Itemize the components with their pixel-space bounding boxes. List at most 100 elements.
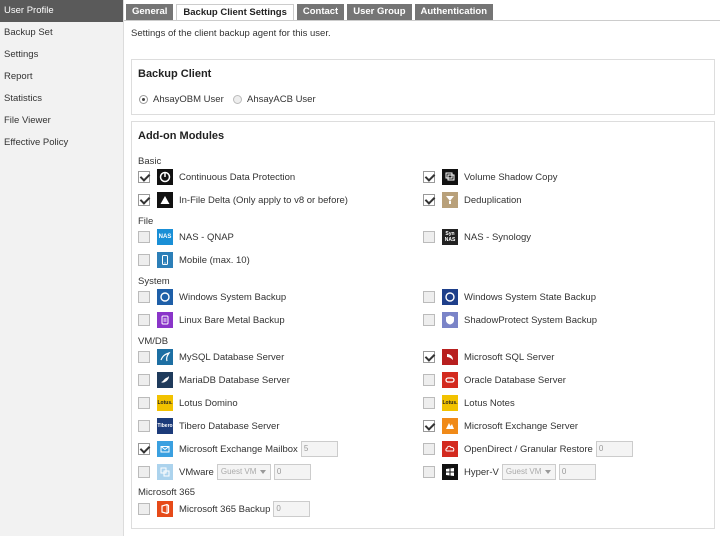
delta-icon <box>157 192 173 208</box>
sidebar-item-statistics[interactable]: Statistics <box>0 88 123 110</box>
module-dedup: Deduplication <box>423 191 522 209</box>
mysql-label: MySQL Database Server <box>179 351 285 363</box>
mariadb-label: MariaDB Database Server <box>179 374 290 386</box>
tab-general[interactable]: General <box>126 4 174 20</box>
mssql-label: Microsoft SQL Server <box>464 351 555 363</box>
hyperv-guest-select[interactable]: Guest VM <box>501 464 556 480</box>
module-exchange: Microsoft Exchange Server <box>423 417 578 435</box>
tab-divider <box>124 20 720 21</box>
module-exchange-mailbox: Microsoft Exchange Mailbox 5 <box>138 440 338 458</box>
radio-button-selected[interactable] <box>139 95 148 104</box>
lotus-icon: Lotus. <box>157 395 173 411</box>
radio-button[interactable] <box>233 95 242 104</box>
module-mariadb: MariaDB Database Server <box>138 371 290 389</box>
windows-system-icon <box>157 289 173 305</box>
group-label-file: File <box>138 216 154 227</box>
sidebar: User Profile Backup Set Settings Report … <box>0 0 124 536</box>
vmware-checkbox[interactable] <box>138 466 150 478</box>
m365-checkbox[interactable] <box>138 503 150 515</box>
vss-checkbox[interactable] <box>423 171 435 183</box>
tab-contact[interactable]: Contact <box>296 4 345 20</box>
mysql-checkbox[interactable] <box>138 351 150 363</box>
module-mssql: Microsoft SQL Server <box>423 348 554 366</box>
main-content: General Backup Client Settings Contact U… <box>124 0 720 536</box>
mysql-icon <box>157 349 173 365</box>
mariadb-checkbox[interactable] <box>138 374 150 386</box>
tab-bar: General Backup Client Settings Contact U… <box>126 4 496 21</box>
cdp-icon <box>157 169 173 185</box>
shadowprotect-label: ShadowProtect System Backup <box>464 314 598 326</box>
vss-label: Volume Shadow Copy <box>464 171 558 183</box>
lotus-domino-checkbox[interactable] <box>138 397 150 409</box>
tibero-checkbox[interactable] <box>138 420 150 432</box>
module-shadowprotect: ShadowProtect System Backup <box>423 311 597 329</box>
radio-ahsayacb[interactable]: AhsayACB User <box>233 94 316 105</box>
mariadb-icon <box>157 372 173 388</box>
hyperv-checkbox[interactable] <box>423 466 435 478</box>
windows-system-checkbox[interactable] <box>138 291 150 303</box>
tab-user-group[interactable]: User Group <box>347 4 412 20</box>
module-lotus-domino: Lotus. Lotus Domino <box>138 394 238 412</box>
windows-state-label: Windows System State Backup <box>464 291 596 303</box>
hyperv-count-input[interactable]: 0 <box>558 464 596 480</box>
shadowprotect-icon <box>442 312 458 328</box>
qnap-label: NAS - QNAP <box>179 231 234 243</box>
exchange-mailbox-checkbox[interactable] <box>138 443 150 455</box>
group-label-m365: Microsoft 365 <box>138 487 196 498</box>
lotus-notes-checkbox[interactable] <box>423 397 435 409</box>
shadowprotect-checkbox[interactable] <box>423 314 435 326</box>
module-vss: Volume Shadow Copy <box>423 168 557 186</box>
qnap-checkbox[interactable] <box>138 231 150 243</box>
dedup-checkbox[interactable] <box>423 194 435 206</box>
exchange-label: Microsoft Exchange Server <box>464 420 579 432</box>
mssql-checkbox[interactable] <box>423 351 435 363</box>
tab-backup-client-settings[interactable]: Backup Client Settings <box>176 4 294 21</box>
vmware-guest-select[interactable]: Guest VM <box>216 464 271 480</box>
group-label-system: System <box>138 276 170 287</box>
windows-state-icon <box>442 289 458 305</box>
group-label-vmdb: VM/DB <box>138 336 169 347</box>
m365-count-input[interactable]: 0 <box>273 501 311 517</box>
opendirect-label: OpenDirect / Granular Restore <box>464 443 593 455</box>
tibero-icon: Tibero <box>157 418 173 434</box>
module-linux: Linux Bare Metal Backup <box>138 311 285 329</box>
module-opendirect: OpenDirect / Granular Restore 0 <box>423 440 633 458</box>
tibero-label: Tibero Database Server <box>179 420 280 432</box>
addon-modules-title: Add-on Modules <box>138 130 225 142</box>
opendirect-checkbox[interactable] <box>423 443 435 455</box>
dedup-icon <box>442 192 458 208</box>
infile-delta-label: In-File Delta (Only apply to v8 or befor… <box>179 194 348 206</box>
radio-ahsayobm[interactable]: AhsayOBM User <box>139 94 224 105</box>
office365-icon <box>157 501 173 517</box>
radio-label: AhsayOBM User <box>153 94 224 105</box>
cdp-label: Continuous Data Protection <box>179 171 296 183</box>
qnap-icon: NAS <box>157 229 173 245</box>
mobile-label: Mobile (max. 10) <box>179 254 250 266</box>
synology-checkbox[interactable] <box>423 231 435 243</box>
sidebar-item-effective-policy[interactable]: Effective Policy <box>0 132 123 154</box>
mailbox-count-input[interactable]: 5 <box>300 441 338 457</box>
cdp-checkbox[interactable] <box>138 171 150 183</box>
addon-modules-panel: Add-on Modules Basic File System VM/DB M… <box>131 121 715 529</box>
vmware-count-input[interactable]: 0 <box>273 464 311 480</box>
mobile-checkbox[interactable] <box>138 254 150 266</box>
sidebar-item-settings[interactable]: Settings <box>0 44 123 66</box>
sidebar-item-backup-set[interactable]: Backup Set <box>0 22 123 44</box>
oracle-checkbox[interactable] <box>423 374 435 386</box>
module-m365: Microsoft 365 Backup 0 <box>138 500 311 518</box>
opendirect-icon <box>442 441 458 457</box>
sidebar-item-user-profile[interactable]: User Profile <box>0 0 123 22</box>
module-windows-state: Windows System State Backup <box>423 288 596 306</box>
exchange-checkbox[interactable] <box>423 420 435 432</box>
sidebar-item-file-viewer[interactable]: File Viewer <box>0 110 123 132</box>
opendirect-count-input[interactable]: 0 <box>595 441 633 457</box>
linux-icon <box>157 312 173 328</box>
sidebar-item-report[interactable]: Report <box>0 66 123 88</box>
windows-state-checkbox[interactable] <box>423 291 435 303</box>
module-windows-system: Windows System Backup <box>138 288 286 306</box>
group-label-basic: Basic <box>138 156 162 167</box>
linux-checkbox[interactable] <box>138 314 150 326</box>
module-mobile: Mobile (max. 10) <box>138 251 250 269</box>
infile-delta-checkbox[interactable] <box>138 194 150 206</box>
tab-authentication[interactable]: Authentication <box>414 4 493 20</box>
